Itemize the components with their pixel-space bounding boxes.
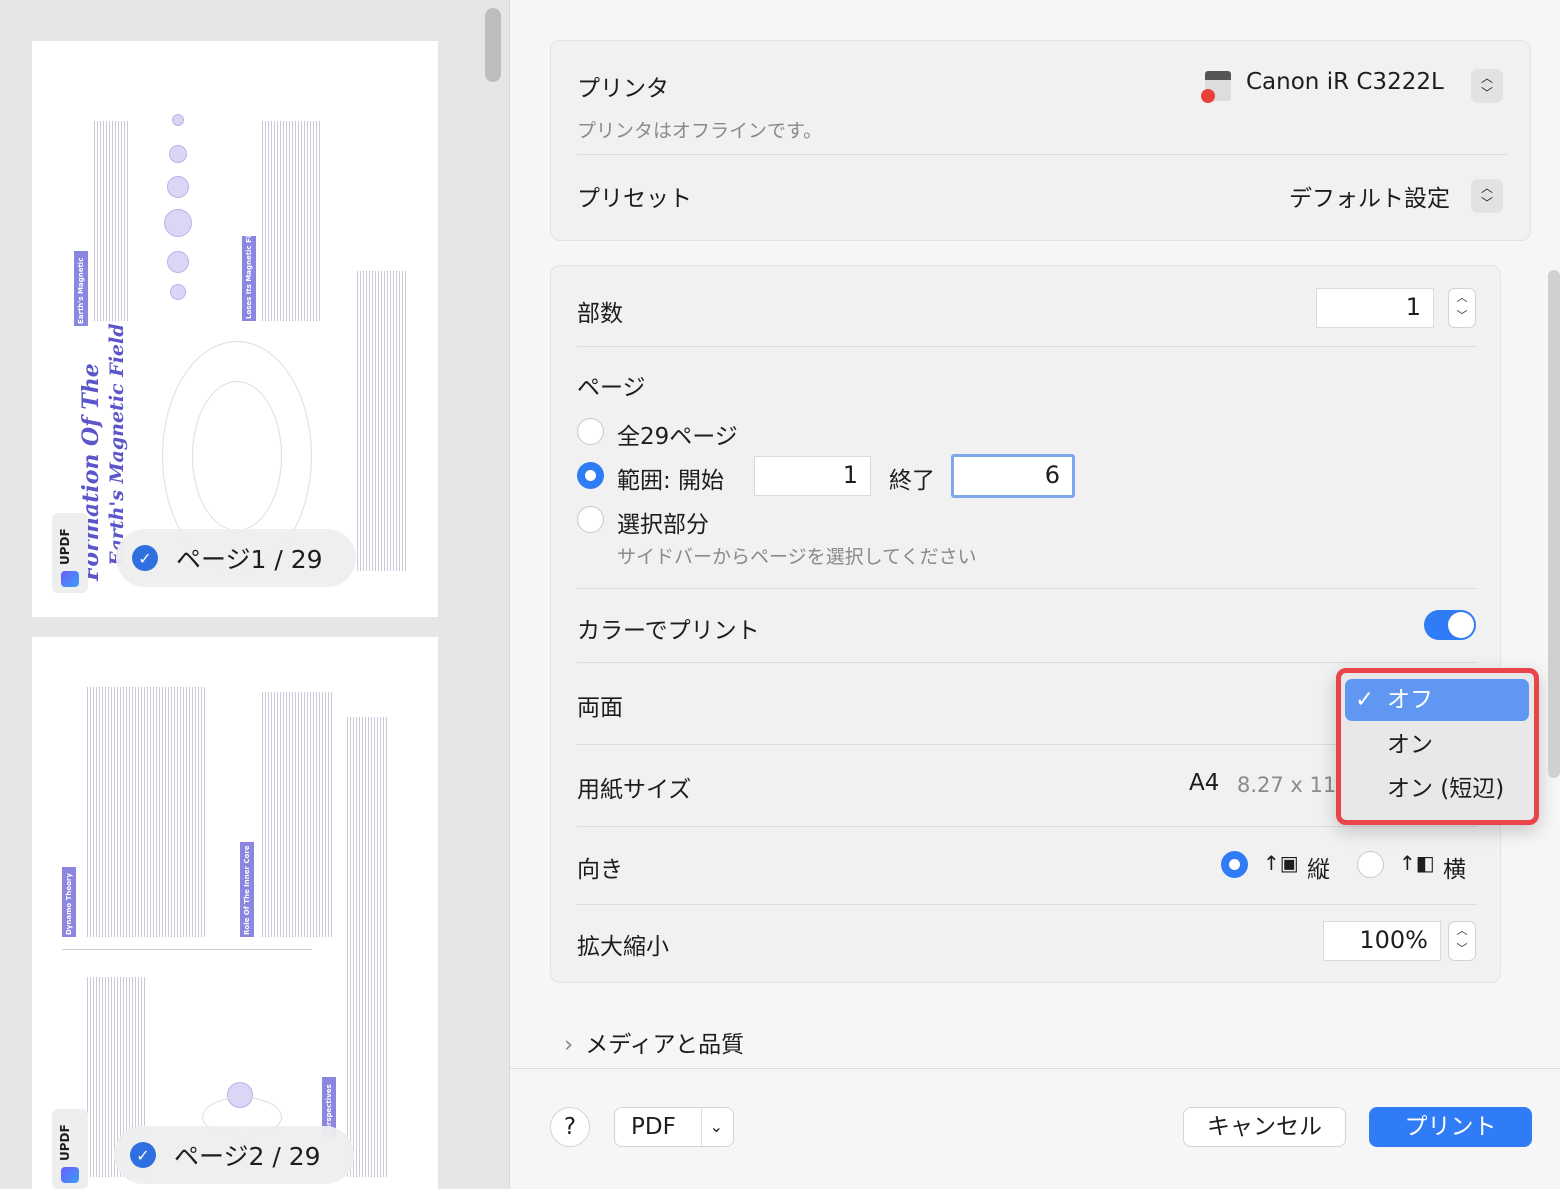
page-thumbnail-1[interactable]: Formation Of The Earth's Magnetic Field … [32,41,438,617]
portrait-label: 縦 [1307,857,1330,883]
help-button[interactable]: ? [550,1107,590,1147]
duplex-option-off[interactable]: ✓ オフ [1345,679,1529,721]
preset-select[interactable]: デフォルト設定 [1289,179,1450,213]
thumb-section-tag: Dynamo Theory [62,867,76,937]
all-pages-label: 全29ページ [617,424,738,450]
portrait-radio[interactable] [1221,851,1248,878]
selection-label: 選択部分 [617,512,709,538]
preset-chevron-updown-icon[interactable]: ︿ ﹀ [1471,179,1503,213]
orientation-label: 向き [577,857,623,883]
all-pages-radio[interactable] [577,418,604,445]
sidebar-scrollbar[interactable] [485,8,501,82]
checkmark-icon: ✓ [130,1142,156,1168]
page-thumbnail-sidebar: Formation Of The Earth's Magnetic Field … [0,0,510,1189]
duplex-option-on-short-edge[interactable]: オン (短辺) [1345,768,1529,810]
updf-watermark: UPDF [52,513,88,593]
settings-scrollbar[interactable] [1548,270,1560,778]
range-radio[interactable] [577,462,604,489]
printer-select[interactable]: Canon iR C3222L [1246,69,1444,95]
duplex-dropdown-menu: ✓ オフ オン オン (短辺) [1336,668,1539,825]
page-thumbnail-2[interactable]: Dynamo Theory Role Of The Inner Core Per… [32,637,438,1189]
selection-radio[interactable] [577,506,604,533]
preset-label: プリセット [577,186,692,212]
printer-icon [1201,71,1231,103]
checkmark-icon: ✓ [132,545,158,571]
range-to-label: 終了 [889,468,935,494]
selection-hint: サイドバーからページを選択してください [617,546,977,568]
range-to-input[interactable]: 6 [951,454,1075,498]
scale-input[interactable]: 100% [1323,921,1441,961]
settings-card: 部数 1 ︿ ﹀ ページ 全29ページ 範囲: 開始 1 終了 6 選択部分 サイ… [550,265,1501,983]
paper-size-select[interactable]: A4 [1189,770,1219,796]
thumb-section-tag: Role Of The Inner Core [240,842,254,937]
duplex-label: 両面 [577,695,623,721]
thumb-section-tag: Earth's Magnetic [74,251,88,326]
color-print-label: カラーでプリント [577,618,760,644]
portrait-icon: ↑▣ [1263,851,1299,875]
landscape-radio[interactable] [1357,851,1384,878]
page-select-pill-1[interactable]: ✓ ページ1 / 29 [116,529,356,587]
media-quality-disclosure[interactable]: › メディアと品質 [564,1025,744,1059]
page-select-pill-2[interactable]: ✓ ページ2 / 29 [114,1126,354,1184]
pages-label: ページ [577,375,646,401]
landscape-icon: ↑◧ [1399,851,1435,875]
printer-label: プリンタ [577,76,669,102]
updf-watermark: UPDF [52,1109,88,1189]
chevron-down-icon: ⌄ [700,1108,723,1146]
scale-label: 拡大縮小 [577,934,669,960]
range-from-input[interactable]: 1 [754,456,871,496]
pdf-menu-button[interactable]: PDF ⌄ [614,1107,734,1147]
copies-stepper[interactable]: ︿ ﹀ [1448,288,1476,328]
thumb-section-tag: Loses Its Magnetic Field [242,224,256,321]
thumb-title-2: Earth's Magnetic Field [106,323,128,566]
paper-dimensions: 8.27 x 11. [1237,773,1343,797]
landscape-label: 横 [1443,857,1466,883]
printer-status: プリンタはオフラインです。 [577,120,823,142]
paper-size-label: 用紙サイズ [577,777,692,803]
printer-chevron-updown-icon[interactable]: ︿ ﹀ [1471,69,1503,103]
copies-input[interactable]: 1 [1316,288,1434,328]
chevron-right-icon: › [564,1032,574,1058]
checkmark-icon: ✓ [1355,687,1375,713]
color-print-toggle[interactable] [1424,610,1476,640]
cancel-button[interactable]: キャンセル [1183,1107,1346,1147]
range-label: 範囲: 開始 [617,468,725,494]
print-button[interactable]: プリント [1369,1107,1532,1147]
scale-stepper[interactable]: ︿ ﹀ [1448,921,1476,961]
duplex-option-on[interactable]: オン [1345,724,1529,766]
copies-label: 部数 [577,301,623,327]
printer-card: プリンタ プリンタはオフラインです。 Canon iR C3222L ︿ ﹀ プリ… [550,40,1531,241]
